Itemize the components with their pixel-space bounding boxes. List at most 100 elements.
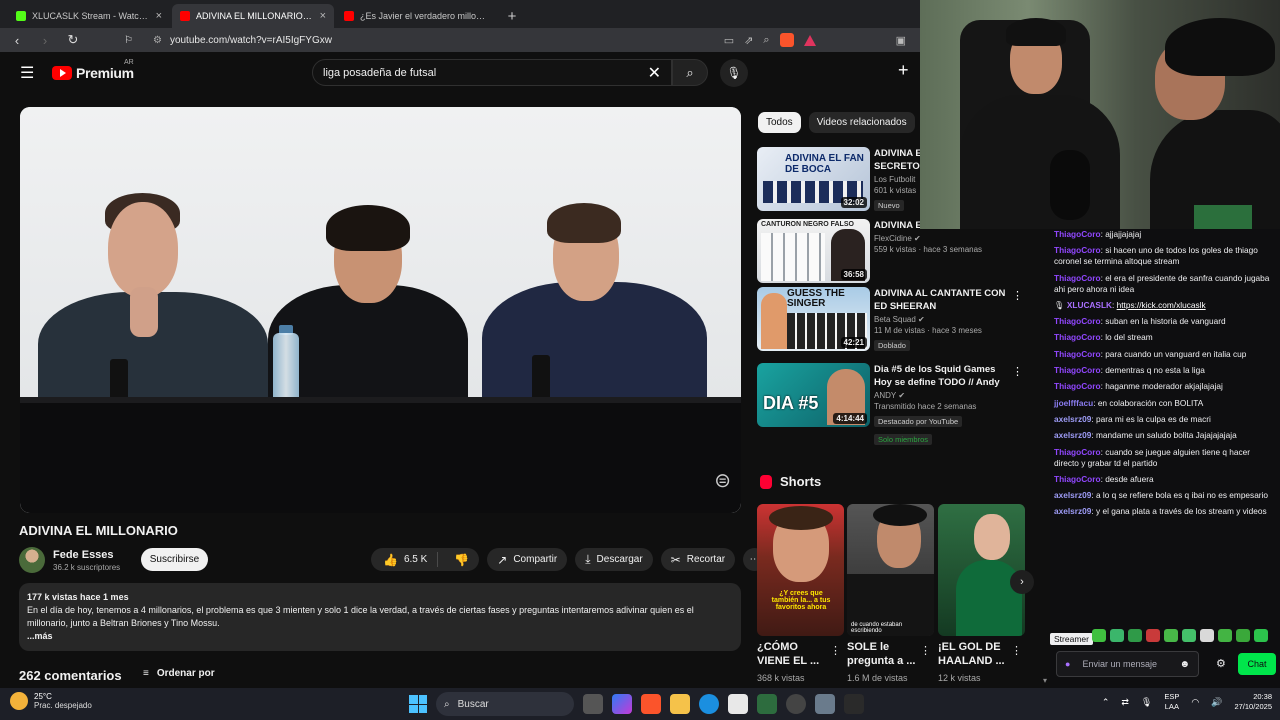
- search-button[interactable]: ⌕: [672, 59, 708, 86]
- emote-icon[interactable]: [1128, 629, 1142, 642]
- chat-username[interactable]: axelsrz09: [1054, 430, 1091, 440]
- url-field[interactable]: ⚐ ⚙ youtube.com/watch?v=rAI5IgFYGxw: [92, 30, 714, 50]
- related-video[interactable]: DIA #5 4:14:44 Dia #5 de los Squid Games…: [757, 363, 1027, 445]
- description-box[interactable]: 177 k vistas hace 1 mes En el día de hoy…: [19, 583, 741, 651]
- chat-username[interactable]: axelsrz09: [1054, 414, 1091, 424]
- like-button[interactable]: 👍 6.5 K: [371, 552, 439, 567]
- chip-related[interactable]: Videos relacionados: [808, 112, 915, 133]
- chat-username[interactable]: jjoelfffacu: [1054, 398, 1093, 408]
- chip-all[interactable]: Todos: [758, 112, 801, 133]
- chat-username[interactable]: ThiagoCoro: [1054, 381, 1101, 391]
- brave-shields-icon[interactable]: [779, 33, 794, 47]
- emote-icon[interactable]: [1110, 629, 1124, 642]
- short-title[interactable]: SOLE le pregunta a ...: [847, 640, 921, 668]
- site-settings-icon[interactable]: ⚙: [153, 35, 162, 46]
- new-tab-button[interactable]: +: [500, 4, 524, 28]
- reload-icon[interactable]: ↻: [64, 31, 82, 49]
- emoji-picker-icon[interactable]: ☻: [1179, 659, 1190, 670]
- chat-username[interactable]: ThiagoCoro: [1054, 245, 1101, 255]
- task-view-icon[interactable]: [583, 694, 603, 714]
- channel-avatar[interactable]: [19, 547, 45, 573]
- video-thumbnail[interactable]: GUESS THE SINGER 42:21: [757, 287, 870, 351]
- youtube-logo[interactable]: Premium AR: [52, 59, 134, 81]
- search-input[interactable]: liga posadeña de futsal ✕: [312, 59, 672, 86]
- volume-icon[interactable]: 🔊: [1211, 697, 1222, 708]
- chat-input[interactable]: ● Enviar un mensaje ☻: [1056, 651, 1199, 677]
- show-more-link[interactable]: ...más: [27, 630, 733, 643]
- chat-username[interactable]: axelsrz09: [1054, 490, 1091, 500]
- clear-search-icon[interactable]: ✕: [648, 63, 661, 83]
- chat-link[interactable]: https://kick.com/xlucaslk: [1117, 300, 1206, 310]
- channel-name[interactable]: Fede Esses: [53, 549, 120, 561]
- back-icon[interactable]: ‹: [8, 31, 26, 49]
- brave-browser-icon[interactable]: [641, 694, 661, 714]
- short-title[interactable]: ¡EL GOL DE HAALAND ...: [938, 640, 1012, 668]
- menu-icon[interactable]: ☰: [20, 63, 42, 83]
- video-player[interactable]: ⊜: [20, 107, 741, 513]
- chat-username[interactable]: ThiagoCoro: [1054, 349, 1101, 359]
- file-explorer-icon[interactable]: [670, 694, 690, 714]
- chat-settings-icon[interactable]: ⚙: [1216, 657, 1226, 670]
- video-thumbnail[interactable]: DIA #5 4:14:44: [757, 363, 870, 427]
- copilot-icon[interactable]: [612, 694, 632, 714]
- more-vertical-icon[interactable]: ⋮: [1011, 644, 1022, 657]
- short-thumbnail[interactable]: ¿Y crees que también la... a tus favorit…: [757, 504, 844, 636]
- emote-icon[interactable]: [1200, 629, 1214, 642]
- video-thumbnail[interactable]: CANTURON NEGRO FALSO 36:58: [757, 219, 870, 283]
- share-icon[interactable]: ⇗: [744, 34, 753, 47]
- related-video[interactable]: GUESS THE SINGER 42:21 ADIVINA AL CANTAN…: [757, 287, 1027, 351]
- chat-username[interactable]: ThiagoCoro: [1054, 447, 1101, 457]
- input-language[interactable]: ESP LAA: [1164, 692, 1179, 712]
- edge-icon[interactable]: [699, 694, 719, 714]
- tray-overflow-icon[interactable]: ⌃: [1102, 697, 1110, 708]
- video-thumbnail[interactable]: ADIVINA EL FAN DE BOCA 32:02: [757, 147, 870, 211]
- subscribe-button[interactable]: Suscribirse: [141, 548, 208, 571]
- more-vertical-icon[interactable]: ⋮: [920, 644, 931, 657]
- wifi-icon[interactable]: ◠: [1191, 697, 1199, 708]
- more-vertical-icon[interactable]: ⋮: [1012, 289, 1023, 302]
- short-title[interactable]: ¿CÓMO VIENE EL ...: [757, 640, 831, 668]
- mic-mute-icon[interactable]: ●: [1065, 659, 1070, 669]
- store-icon[interactable]: [728, 694, 748, 714]
- chat-username[interactable]: ThiagoCoro: [1054, 316, 1101, 326]
- dislike-button[interactable]: 👎: [444, 553, 479, 567]
- chat-username[interactable]: ThiagoCoro: [1054, 474, 1101, 484]
- emote-icon[interactable]: [1092, 629, 1106, 642]
- chat-username[interactable]: ThiagoCoro: [1054, 332, 1101, 342]
- short-thumbnail[interactable]: [938, 504, 1025, 636]
- chat-username[interactable]: ThiagoCoro: [1054, 365, 1101, 375]
- clock[interactable]: 20:38 27/10/2025: [1234, 692, 1272, 712]
- forward-icon[interactable]: ›: [36, 31, 54, 49]
- tab-close-icon[interactable]: ×: [320, 10, 326, 22]
- channel-watermark-icon[interactable]: ⊜: [714, 468, 731, 493]
- chat-username[interactable]: axelsrz09: [1054, 506, 1091, 516]
- settings-icon[interactable]: [815, 694, 835, 714]
- voice-search-button[interactable]: 🎙: [720, 59, 748, 87]
- more-vertical-icon[interactable]: ⋮: [1012, 365, 1023, 378]
- cast-icon[interactable]: ▭: [724, 34, 734, 47]
- create-icon[interactable]: +: [898, 60, 909, 81]
- download-button[interactable]: ⤓ Descargar: [575, 548, 653, 571]
- scroll-down-icon[interactable]: ▾: [1043, 676, 1047, 685]
- media-app-icon[interactable]: [844, 694, 864, 714]
- tab-youtube-other[interactable]: ¿Es Javier el verdadero millonario? Ad: [336, 4, 498, 28]
- tab-close-icon[interactable]: ×: [156, 10, 162, 22]
- shorts-next-button[interactable]: ›: [1010, 570, 1034, 594]
- sidebar-icon[interactable]: ▣: [896, 34, 906, 47]
- emote-icon[interactable]: [1218, 629, 1232, 642]
- taskbar-search[interactable]: ⌕ Buscar: [436, 692, 574, 716]
- chat-username[interactable]: ThiagoCoro: [1054, 273, 1101, 283]
- emote-icon[interactable]: [1182, 629, 1196, 642]
- emote-icon[interactable]: [1254, 629, 1268, 642]
- clip-button[interactable]: ✂ Recortar: [660, 548, 736, 571]
- emote-icon[interactable]: [1146, 629, 1160, 642]
- short-thumbnail[interactable]: de cuando estaban escribiendo: [847, 504, 934, 636]
- network-icon[interactable]: ⇄: [1121, 697, 1129, 708]
- windows-start-icon[interactable]: [409, 695, 427, 713]
- share-button[interactable]: ↗ Compartir: [487, 548, 568, 571]
- chat-username[interactable]: XLUCASLK: [1067, 300, 1112, 310]
- emote-icon[interactable]: [1236, 629, 1250, 642]
- brave-rewards-icon[interactable]: [803, 34, 816, 46]
- bookmark-icon[interactable]: ⚐: [124, 35, 133, 46]
- emote-icon[interactable]: [1164, 629, 1178, 642]
